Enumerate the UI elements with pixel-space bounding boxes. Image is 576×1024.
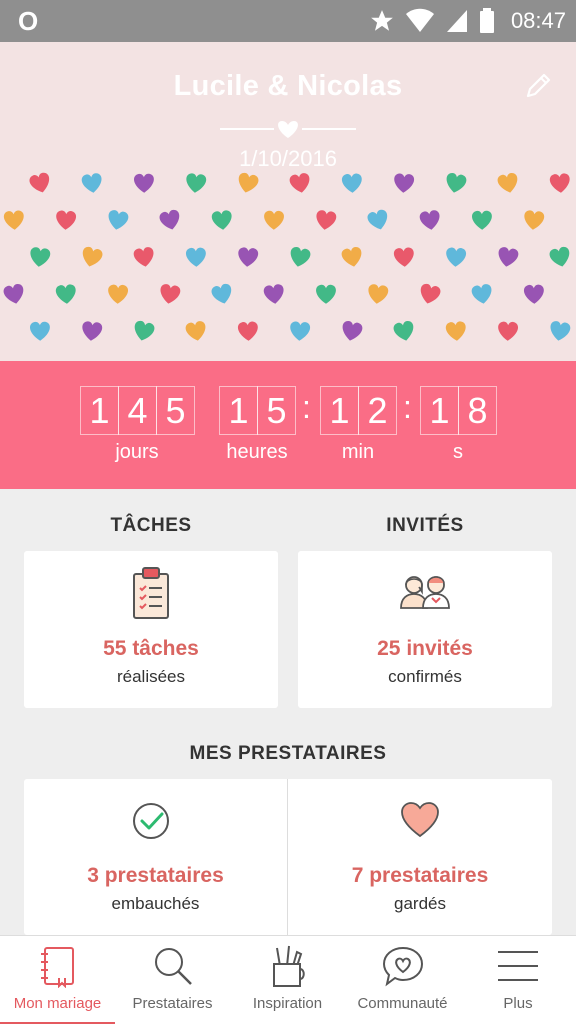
nav-label: Inspiration	[252, 995, 323, 1012]
seconds-label: s	[453, 441, 463, 463]
status-bar: O 08:47	[0, 0, 576, 42]
countdown-minutes-digit-2: 2	[358, 386, 397, 435]
guests-title: INVITÉS	[386, 515, 464, 536]
kept-sub: gardés	[394, 894, 446, 913]
countdown-colon: :	[302, 389, 311, 425]
nav-item-plus[interactable]: Plus	[460, 936, 576, 1024]
guests-sub: confirmés	[388, 667, 462, 686]
days-label: jours	[115, 441, 159, 463]
nav-label: Communauté	[357, 995, 448, 1012]
tasks-sub: réalisées	[116, 667, 186, 686]
brush-cup-icon	[272, 945, 305, 987]
clipboard-icon	[133, 567, 169, 619]
check-circle-icon	[133, 803, 169, 839]
guests-card[interactable]: 25 invités confirmés	[298, 551, 552, 708]
countdown-hours-digit-1: 1	[219, 386, 258, 435]
notebook-icon	[40, 947, 74, 988]
wedding-date: 1/10/2016	[239, 146, 337, 171]
menu-icon	[498, 951, 538, 981]
countdown-days-digit-3: 5	[156, 386, 195, 435]
chat-heart-icon	[382, 946, 423, 987]
nav-item-inspiration[interactable]: Inspiration	[230, 936, 345, 1024]
heart-divider	[220, 121, 356, 138]
signal-icon	[446, 10, 467, 32]
bottom-nav: Mon mariage Prestataires Inspiration Com…	[0, 935, 576, 1024]
battery-icon	[479, 8, 494, 33]
pencil-icon[interactable]	[522, 70, 554, 102]
tasks-title: TÂCHES	[110, 515, 192, 536]
countdown-days-digit-1: 1	[80, 386, 119, 435]
countdown-seconds-digit-1: 1	[420, 386, 459, 435]
vendors-card: 3 prestataires embauchés 7 prestataires …	[24, 779, 552, 935]
guests-count: 25 invités	[377, 637, 473, 660]
countdown-seconds-digit-2: 8	[458, 386, 497, 435]
wedding-header: Lucile & Nicolas 1/10/2016	[0, 42, 576, 361]
nav-label: Prestataires	[132, 995, 213, 1012]
search-icon	[154, 948, 192, 985]
vendors-title: MES PRESTATAIRES	[189, 743, 387, 764]
guests-icon	[400, 576, 450, 609]
heart-icon	[401, 802, 439, 838]
countdown-colon: :	[403, 389, 412, 425]
wifi-icon	[405, 8, 434, 32]
hired-count: 3 prestataires	[87, 864, 224, 887]
kept-vendors[interactable]: 7 prestataires gardés	[288, 779, 552, 935]
countdown-days-digit-2: 4	[118, 386, 157, 435]
nav-label: Plus	[503, 995, 533, 1012]
kept-count: 7 prestataires	[351, 864, 489, 887]
countdown-panel: 1 4 5 1 5 : 1 2 : 1 8 jours heures min s	[0, 361, 576, 489]
countdown-minutes-digit-1: 1	[320, 386, 359, 435]
tasks-count: 55 tâches	[103, 637, 199, 660]
hired-vendors[interactable]: 3 prestataires embauchés	[24, 779, 287, 935]
nav-item-communaute[interactable]: Communauté	[345, 936, 460, 1024]
hired-sub: embauchés	[111, 894, 200, 913]
nav-label: Mon mariage	[13, 995, 102, 1012]
carrier-label: O	[18, 6, 39, 36]
clock: 08:47	[510, 8, 566, 33]
nav-item-prestataires[interactable]: Prestataires	[115, 936, 230, 1024]
tasks-card[interactable]: 55 tâches réalisées	[24, 551, 278, 708]
countdown-hours-digit-2: 5	[257, 386, 296, 435]
nav-item-mon-mariage[interactable]: Mon mariage	[0, 936, 115, 1024]
couple-names: Lucile & Nicolas	[173, 70, 403, 102]
star-icon	[371, 10, 393, 31]
